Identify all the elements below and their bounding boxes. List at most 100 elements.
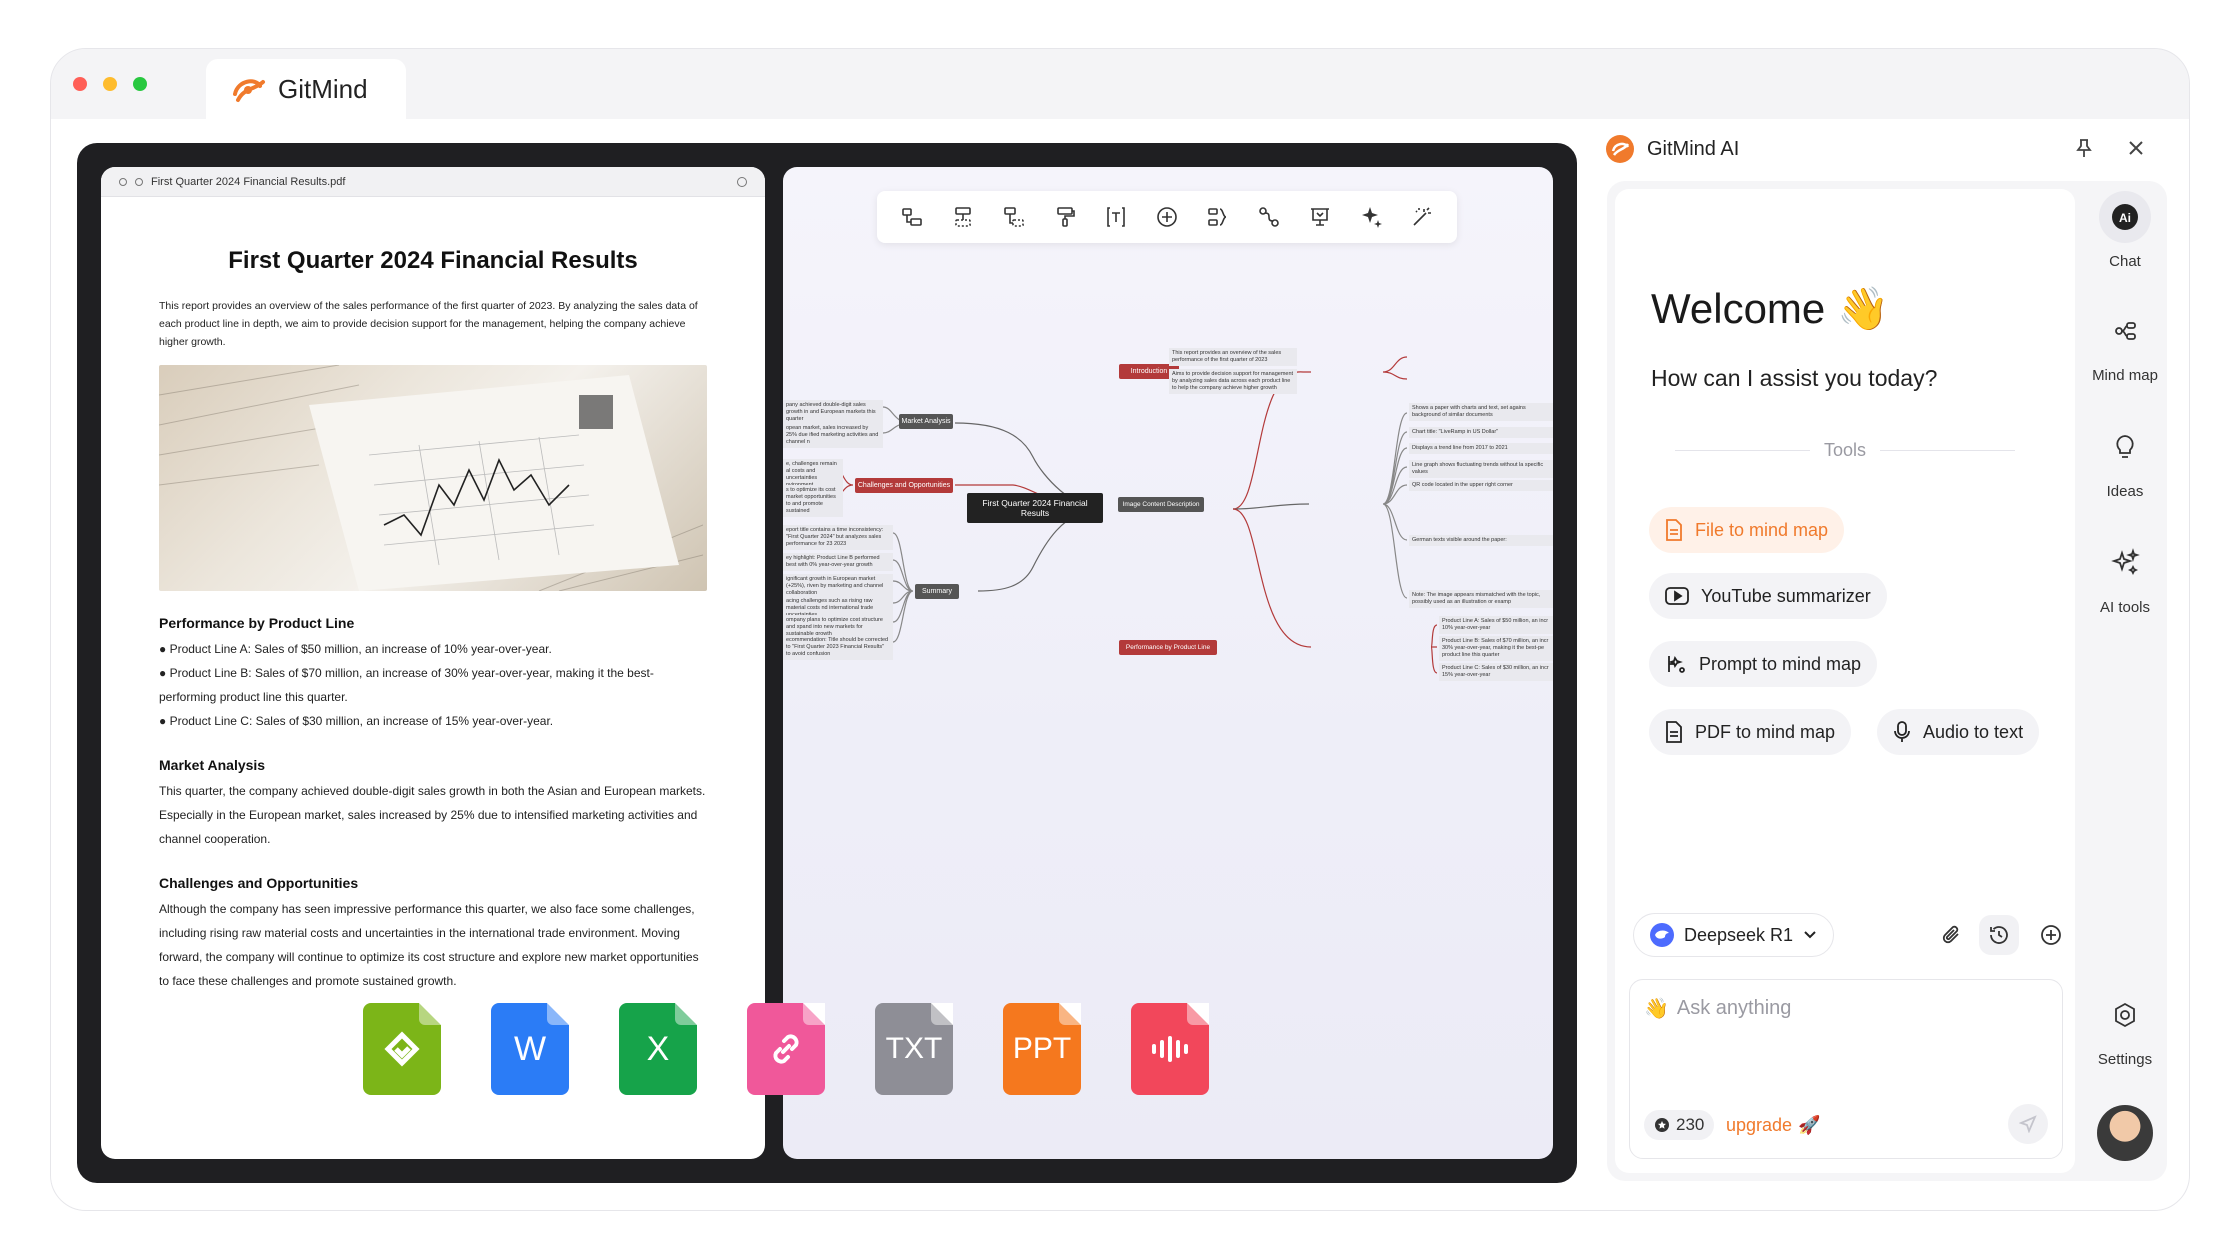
leaf-text: ompany plans to optimize cost structure … [786,617,883,637]
branch-image-content[interactable]: Image Content Description [1118,497,1204,512]
ai-card: Welcome 👋 How can I assist you today? To… [1607,181,2167,1181]
mindmap-leaf[interactable]: s to optimize its cost market opportunit… [783,485,843,517]
mindmap-leaf[interactable]: Note: The image appears mismatched with … [1409,590,1553,608]
gitmind-logo-icon [233,79,265,102]
nav-mindmap-label: Mind map [2092,367,2158,384]
audio-to-text-label: Audio to text [1923,721,2024,742]
leaf-text: eport title contains a time inconsistenc… [786,527,884,547]
mindmap-leaf[interactable]: This report provides an overview of the … [1169,348,1297,366]
mindmap-root-node[interactable]: First Quarter 2024 Financial Results [967,493,1103,523]
audio-to-text-button[interactable]: Audio to text [1877,709,2040,755]
doc-close-icon[interactable] [737,176,747,187]
leaf-text: ey highlight: Product Line B performed b… [786,555,880,568]
performance-line-a: ● Product Line A: Sales of $50 million, … [159,642,552,656]
mindmap-leaf[interactable]: QR code located in the upper right corne… [1409,480,1553,491]
branch-market-analysis[interactable]: Market Analysis [899,414,953,429]
mindmap-leaf[interactable]: eport title contains a time inconsistenc… [783,525,893,550]
close-icon[interactable] [2121,133,2151,163]
ppt-file-icon[interactable]: PPT [1003,1003,1081,1095]
branch-market-label: Market Analysis [901,418,951,425]
tools-label: Tools [1823,439,1867,460]
prompt-to-mind-map-button[interactable]: Prompt to mind map [1649,641,1878,687]
word-file-icon[interactable]: W [491,1003,569,1095]
link-file-icon[interactable] [747,1003,825,1095]
market-paragraph: This quarter, the company achieved doubl… [159,784,706,846]
branch-performance[interactable]: Performance by Product Line [1119,640,1217,655]
chat-area: Welcome 👋 How can I assist you today? To… [1615,189,2075,1173]
document-titlebar: First Quarter 2024 Financial Results.pdf [101,167,765,197]
mindmap-leaf[interactable]: Product Line C: Sales of $30 million, an… [1439,663,1553,681]
attach-icon[interactable] [1931,915,1971,955]
upgrade-label: upgrade [1726,1115,1793,1135]
tools-divider: Tools [1675,439,2015,461]
ai-panel-title: GitMind AI [1647,137,1740,160]
doc-settings-icon[interactable] [119,177,127,186]
leaf-text: s to optimize its cost market opportunit… [786,487,836,514]
mindmap-leaf[interactable]: Chart title: "LiveRamp in US Dollar" [1409,427,1553,438]
mindmap-leaf[interactable]: pany achieved double-digit sales growth … [783,400,883,425]
assist-prompt: How can I assist you today? [1651,365,1938,391]
youtube-summarizer-label: YouTube summarizer [1701,585,1871,606]
mindmap-leaf[interactable]: Aims to provide decision support for man… [1169,369,1297,394]
model-selector[interactable]: Deepseek R1 [1633,913,1835,957]
youtube-icon [1665,587,1689,605]
model-name: Deepseek R1 [1684,924,1794,945]
nav-settings[interactable]: Settings [2083,989,2167,1068]
nav-mindmap[interactable]: Mind map [2083,305,2167,384]
root-label: First Quarter 2024 Financial Results [982,498,1088,518]
credits-badge: 230 [1644,1110,1715,1140]
chevron-down-icon [1804,931,1816,939]
content-area: First Quarter 2024 Financial Results.pdf… [51,119,2189,1210]
title-bar: GitMind [51,49,2189,119]
nav-chat[interactable]: Ai Chat [2083,191,2167,270]
mindmap-leaf[interactable]: ecommendation: Title should be corrected… [783,635,893,660]
branch-performance-label: Performance by Product Line [1125,644,1211,651]
new-chat-icon[interactable] [2031,915,2071,955]
pdf-to-mind-map-button[interactable]: PDF to mind map [1649,709,1852,755]
branch-summary[interactable]: Summary [915,584,959,599]
avatar[interactable] [2097,1105,2153,1161]
pin-icon[interactable] [2069,133,2099,163]
send-icon [2019,1115,2037,1133]
gitmind-file-icon[interactable] [363,1003,441,1095]
tab-title: GitMind [278,73,368,104]
minimize-window-button[interactable] [103,77,117,91]
upgrade-link[interactable]: upgrade 🚀 [1726,1115,1820,1136]
financial-chart-photo [159,365,707,591]
audio-file-icon[interactable] [1131,1003,1209,1095]
mindmap-leaf[interactable]: ey highlight: Product Line B performed b… [783,553,893,571]
tab-gitmind[interactable]: GitMind [206,59,406,119]
leaf-text: ignificant growth in European market (+2… [786,576,884,596]
txt-file-icon[interactable]: TXT [875,1003,953,1095]
mindmap-leaf[interactable]: opean market, sales increased by 25% due… [783,423,883,448]
chat-input[interactable]: 👋 Ask anything 230 upgrade 🚀 [1629,979,2063,1159]
pdf-to-mind-map-label: PDF to mind map [1695,721,1836,742]
leaf-text: Displays a trend line from 2017 to 2021 [1412,445,1508,451]
nav-ai-tools[interactable]: AI tools [2083,537,2167,616]
excel-file-icon[interactable]: X [619,1003,697,1095]
maximize-window-button[interactable] [133,77,147,91]
nav-ai-tools-label: AI tools [2099,599,2151,616]
nav-ideas[interactable]: Ideas [2083,421,2167,500]
mindmap-leaf[interactable]: Displays a trend line from 2017 to 2021 [1409,443,1553,454]
close-window-button[interactable] [73,77,87,91]
mindmap-leaf[interactable]: Product Line B: Sales of $70 million, an… [1439,636,1553,661]
file-to-mind-map-button[interactable]: File to mind map [1649,507,1845,553]
nav-chat-label: Chat [2109,253,2141,270]
leaf-text: Line graph shows fluctuating trends with… [1412,462,1544,475]
send-button[interactable] [2008,1104,2048,1144]
section-heading-performance: Performance by Product Line [159,615,355,631]
file-to-mind-map-label: File to mind map [1695,519,1829,540]
history-icon[interactable] [1979,915,2019,955]
mindmap-leaf[interactable]: Line graph shows fluctuating trends with… [1409,460,1553,478]
document-intro: This report provides an overview of the … [159,300,698,348]
mindmap-leaf[interactable]: Product Line A: Sales of $50 million, an… [1439,616,1553,634]
mindmap-leaf[interactable]: Shows a paper with charts and text, set … [1409,403,1553,421]
youtube-summarizer-button[interactable]: YouTube summarizer [1649,573,1887,619]
mindmap-leaf[interactable]: German texts visible around the paper: [1409,535,1553,546]
coin-icon [1655,1118,1669,1132]
word-file-label: W [513,1029,547,1068]
branch-challenges[interactable]: Challenges and Opportunities [855,478,953,493]
leaf-text: Product Line B: Sales of $70 million, an… [1442,638,1549,658]
doc-settings-icon-2[interactable] [135,177,143,186]
